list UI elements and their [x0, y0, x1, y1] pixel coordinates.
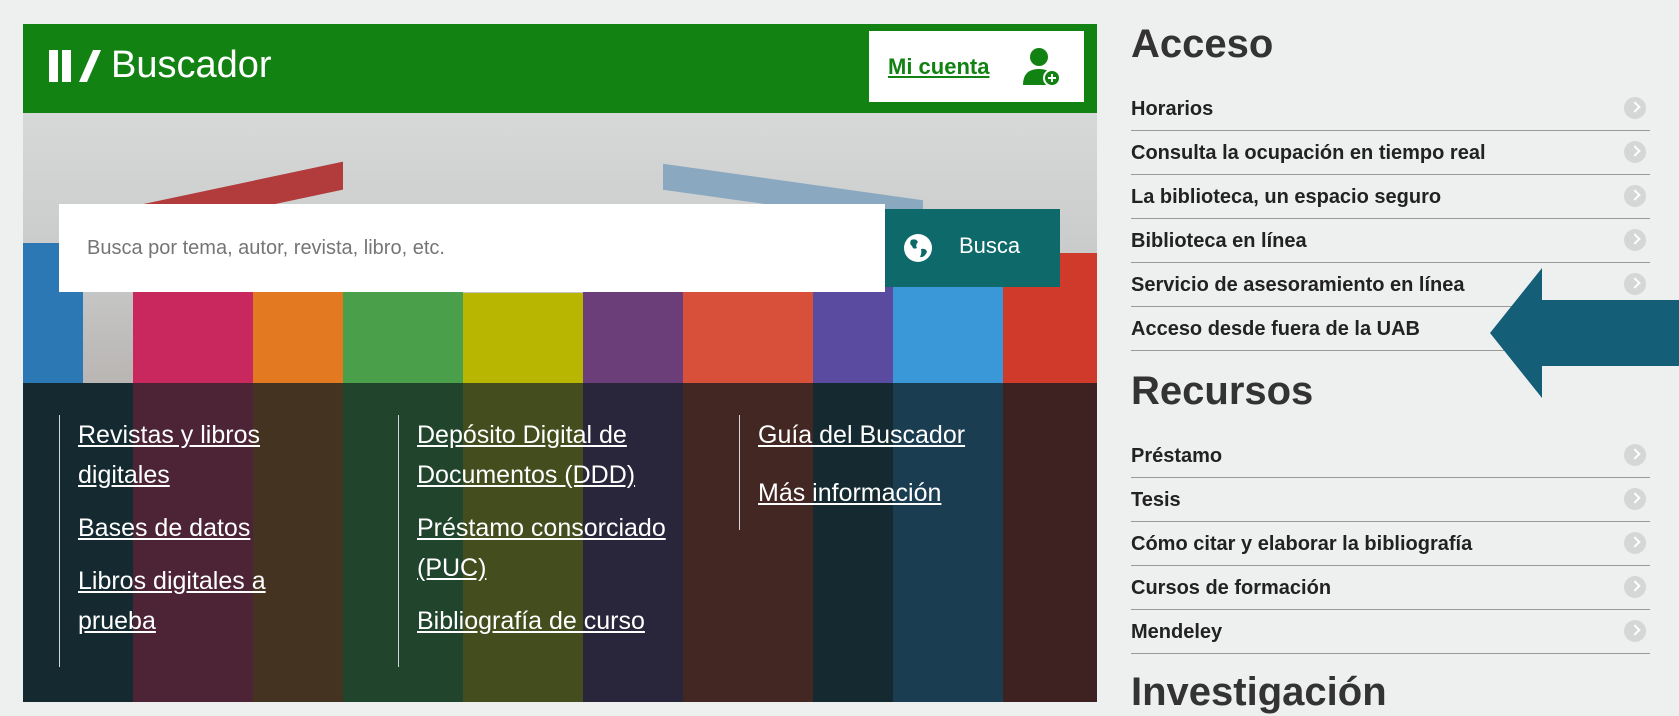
section-title-recursos: Recursos	[1131, 369, 1314, 413]
link-bases-datos[interactable]: Bases de datos	[78, 508, 338, 548]
sidebar-item-label: Tesis	[1131, 489, 1181, 511]
link-bibliografia-curso[interactable]: Bibliografía de curso	[417, 601, 707, 641]
search-button[interactable]: Busca	[885, 209, 1060, 287]
search-header: Buscador Mi cuenta	[23, 24, 1097, 113]
sidebar-item-prestamo[interactable]: Préstamo	[1131, 434, 1650, 478]
my-account-label[interactable]: Mi cuenta	[888, 54, 989, 80]
sidebar-item-horarios[interactable]: Horarios	[1131, 87, 1650, 131]
left-arrow-icon	[1490, 268, 1679, 398]
sidebar-item-label: Biblioteca en línea	[1131, 230, 1307, 252]
links-column-2: Depósito Digital de Documentos (DDD) Pré…	[398, 415, 707, 667]
chevron-right-icon	[1624, 488, 1646, 510]
sidebar-item-label: Préstamo	[1131, 445, 1223, 467]
chevron-right-icon	[1624, 229, 1646, 251]
sidebar-item-label: Cómo citar y elaborar la bibliografía	[1131, 533, 1473, 555]
links-column-3: Guía del Buscador Más información	[739, 415, 1018, 530]
book-spine	[463, 293, 583, 383]
sidebar-item-mendeley[interactable]: Mendeley	[1131, 610, 1650, 654]
links-column-1: Revistas y libros digitales Bases de dat…	[59, 415, 338, 667]
my-account-button[interactable]: Mi cuenta	[869, 31, 1084, 102]
user-add-icon	[1023, 48, 1061, 87]
chevron-right-icon	[1624, 620, 1646, 642]
sidebar-item-label: Horarios	[1131, 98, 1214, 120]
section-title-acceso: Acceso	[1131, 22, 1274, 66]
search-input[interactable]	[59, 204, 885, 292]
sidebar-item-ocupacion[interactable]: Consulta la ocupación en tiempo real	[1131, 131, 1650, 175]
link-ddd[interactable]: Depósito Digital de Documentos (DDD)	[417, 415, 677, 495]
sidebar-item-cursos[interactable]: Cursos de formación	[1131, 566, 1650, 610]
chevron-right-icon	[1624, 444, 1646, 466]
quick-links-area: Revistas y libros digitales Bases de dat…	[23, 383, 1097, 702]
link-libros-prueba[interactable]: Libros digitales a prueba	[78, 561, 308, 641]
chevron-right-icon	[1624, 532, 1646, 554]
library-search-panel: Buscador Mi cuenta Busca por tema, autor…	[23, 24, 1097, 702]
sidebar-item-label: Servicio de asesoramiento en línea	[1131, 274, 1465, 296]
chevron-right-icon	[1624, 185, 1646, 207]
buscador-title: Buscador	[111, 44, 272, 86]
sidebar-item-tesis[interactable]: Tesis	[1131, 478, 1650, 522]
link-puc[interactable]: Préstamo consorciado (PUC)	[417, 508, 707, 588]
chevron-right-icon	[1624, 97, 1646, 119]
sidebar-item-citar[interactable]: Cómo citar y elaborar la bibliografía	[1131, 522, 1650, 566]
sidebar-item-label: Acceso desde fuera de la UAB	[1131, 318, 1420, 340]
chevron-right-icon	[1624, 141, 1646, 163]
search-button-label: Busca	[959, 233, 1021, 258]
book-spine	[583, 283, 683, 383]
sidebar-item-biblioteca-linea[interactable]: Biblioteca en línea	[1131, 219, 1650, 263]
link-mas-informacion[interactable]: Más información	[758, 473, 1018, 513]
sidebar-item-espacio-seguro[interactable]: La biblioteca, un espacio seguro	[1131, 175, 1650, 219]
globe-icon	[904, 234, 932, 262]
section-title-investigacion: Investigación	[1131, 670, 1387, 714]
sidebar-item-label: Consulta la ocupación en tiempo real	[1131, 142, 1486, 164]
sidebar-item-label: Cursos de formación	[1131, 577, 1332, 599]
chevron-right-icon	[1624, 576, 1646, 598]
uab-logo-icon	[49, 50, 101, 82]
link-revistas-libros[interactable]: Revistas y libros digitales	[78, 415, 308, 495]
sidebar-item-label: La biblioteca, un espacio seguro	[1131, 186, 1442, 208]
link-guia-buscador[interactable]: Guía del Buscador	[758, 415, 1018, 455]
sidebar-item-label: Mendeley	[1131, 621, 1223, 643]
